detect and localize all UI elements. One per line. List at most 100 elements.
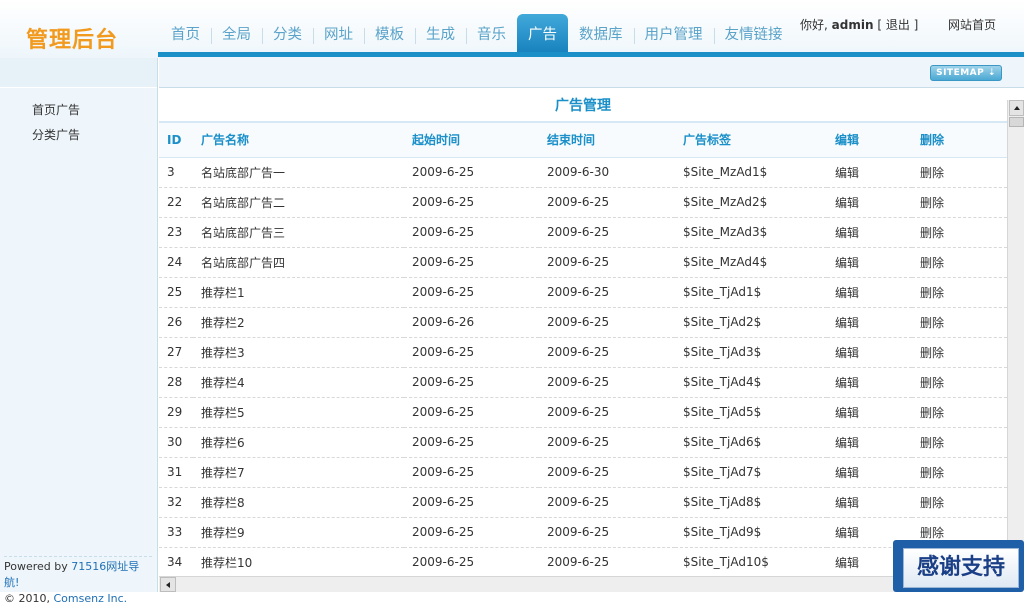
edit-link[interactable]: 编辑 bbox=[827, 427, 912, 458]
cell-id: 24 bbox=[159, 247, 193, 278]
edit-link[interactable]: 编辑 bbox=[827, 247, 912, 278]
sitemap-button[interactable]: SITEMAP ⇣ bbox=[930, 65, 1002, 81]
sidebar-item-category-ads[interactable]: 分类广告 bbox=[32, 127, 80, 152]
cell-id: 30 bbox=[159, 427, 193, 458]
nav-tab-sites[interactable]: 网址 bbox=[313, 14, 364, 54]
horizontal-scrollbar[interactable] bbox=[159, 576, 1007, 592]
user-info: 你好, admin [ 退出 ] bbox=[800, 16, 918, 33]
cell-id: 25 bbox=[159, 277, 193, 308]
delete-link[interactable]: 删除 bbox=[912, 487, 1007, 518]
cell-end-date: 2009-6-25 bbox=[539, 277, 675, 308]
sidebar: 首页广告 分类广告 Powered by 71516网址导航! © 2010, … bbox=[0, 58, 158, 605]
sidebar-item-home-ads[interactable]: 首页广告 bbox=[32, 102, 80, 127]
edit-link[interactable]: 编辑 bbox=[827, 187, 912, 218]
greeting-text: 你好, bbox=[800, 18, 832, 32]
nav-tab-category[interactable]: 分类 bbox=[262, 14, 313, 54]
table-row: 26 推荐栏2 2009-6-26 2009-6-25 $Site_TjAd2$ 编辑 删除 bbox=[159, 307, 1007, 338]
delete-link[interactable]: 删除 bbox=[912, 367, 1007, 398]
table-row: 33 推荐栏9 2009-6-25 2009-6-25 $Site_TjAd9$ 编辑 删除 bbox=[159, 517, 1007, 548]
edit-link[interactable]: 编辑 bbox=[827, 487, 912, 518]
delete-link[interactable]: 删除 bbox=[912, 337, 1007, 368]
support-badge[interactable]: 感谢支持 bbox=[893, 540, 1024, 592]
cell-id: 3 bbox=[159, 157, 193, 188]
cell-name: 推荐栏4 bbox=[193, 367, 404, 398]
copyright-text: © 2010, bbox=[4, 592, 54, 605]
cell-tag: $Site_TjAd7$ bbox=[675, 457, 827, 488]
edit-link[interactable]: 编辑 bbox=[827, 307, 912, 338]
scroll-thumb[interactable] bbox=[1009, 117, 1024, 127]
nav-tab-music[interactable]: 音乐 bbox=[466, 14, 517, 54]
arrow-left-icon bbox=[166, 582, 170, 588]
cell-tag: $Site_TjAd1$ bbox=[675, 277, 827, 308]
cell-tag: $Site_TjAd8$ bbox=[675, 487, 827, 518]
vertical-scrollbar[interactable] bbox=[1007, 100, 1024, 576]
delete-link[interactable]: 删除 bbox=[912, 247, 1007, 278]
nav-tab-templates[interactable]: 模板 bbox=[364, 14, 415, 54]
cell-name: 推荐栏7 bbox=[193, 457, 404, 488]
cell-end-date: 2009-6-25 bbox=[539, 397, 675, 428]
nav-tab-global[interactable]: 全局 bbox=[211, 14, 262, 54]
cell-end-date: 2009-6-25 bbox=[539, 187, 675, 218]
nav-tab-ads[interactable]: 广告 bbox=[517, 14, 568, 54]
edit-link[interactable]: 编辑 bbox=[827, 367, 912, 398]
site-home-link[interactable]: 网站首页 bbox=[948, 16, 996, 33]
edit-link[interactable]: 编辑 bbox=[827, 337, 912, 368]
col-header-edit: 编辑 bbox=[827, 123, 912, 158]
col-header-delete: 删除 bbox=[912, 123, 1007, 158]
copyright-link[interactable]: Comsenz Inc. bbox=[53, 592, 127, 605]
powered-by-text: Powered by bbox=[4, 560, 72, 573]
delete-link[interactable]: 删除 bbox=[912, 307, 1007, 338]
edit-link[interactable]: 编辑 bbox=[827, 457, 912, 488]
delete-link[interactable]: 删除 bbox=[912, 397, 1007, 428]
cell-start-date: 2009-6-26 bbox=[404, 307, 539, 338]
cell-id: 29 bbox=[159, 397, 193, 428]
cell-start-date: 2009-6-25 bbox=[404, 217, 539, 248]
delete-link[interactable]: 删除 bbox=[912, 457, 1007, 488]
delete-link[interactable]: 删除 bbox=[912, 187, 1007, 218]
col-header-name: 广告名称 bbox=[193, 123, 404, 158]
cell-tag: $Site_TjAd3$ bbox=[675, 337, 827, 368]
cell-end-date: 2009-6-25 bbox=[539, 427, 675, 458]
nav-tab-users[interactable]: 用户管理 bbox=[633, 14, 714, 54]
cell-start-date: 2009-6-25 bbox=[404, 187, 539, 218]
delete-link[interactable]: 删除 bbox=[912, 217, 1007, 248]
cell-end-date: 2009-6-25 bbox=[539, 367, 675, 398]
cell-name: 推荐栏3 bbox=[193, 337, 404, 368]
cell-start-date: 2009-6-25 bbox=[404, 337, 539, 368]
top-header: 管理后台 首页 全局 分类 网址 模板 生成 音乐 广告 数据库 用户管理 友情… bbox=[0, 0, 1024, 58]
edit-link[interactable]: 编辑 bbox=[827, 157, 912, 188]
header-divider bbox=[158, 52, 1024, 57]
cell-tag: $Site_MzAd2$ bbox=[675, 187, 827, 218]
nav-tab-generate[interactable]: 生成 bbox=[415, 14, 466, 54]
cell-start-date: 2009-6-25 bbox=[404, 277, 539, 308]
cell-tag: $Site_MzAd4$ bbox=[675, 247, 827, 278]
delete-link[interactable]: 删除 bbox=[912, 157, 1007, 188]
table-row: 23 名站底部广告三 2009-6-25 2009-6-25 $Site_MzAd3$ 编… bbox=[159, 217, 1007, 248]
cell-id: 23 bbox=[159, 217, 193, 248]
table-header-row: ID 广告名称 起始时间 结束时间 广告标签 编辑 删除 bbox=[159, 123, 1007, 158]
scroll-up-button[interactable] bbox=[1009, 100, 1024, 116]
cell-end-date: 2009-6-30 bbox=[539, 157, 675, 188]
cell-end-date: 2009-6-25 bbox=[539, 247, 675, 278]
logout-link[interactable]: [ 退出 ] bbox=[877, 18, 918, 32]
cell-id: 22 bbox=[159, 187, 193, 218]
sidebar-menu: 首页广告 分类广告 bbox=[32, 102, 80, 152]
table-row: 27 推荐栏3 2009-6-25 2009-6-25 $Site_TjAd3$ 编辑 删除 bbox=[159, 337, 1007, 368]
cell-name: 名站底部广告三 bbox=[193, 217, 404, 248]
delete-link[interactable]: 删除 bbox=[912, 277, 1007, 308]
nav-tab-friend-links[interactable]: 友情链接 bbox=[713, 14, 794, 54]
cell-name: 推荐栏6 bbox=[193, 427, 404, 458]
scroll-left-button[interactable] bbox=[160, 577, 176, 592]
cell-end-date: 2009-6-25 bbox=[539, 217, 675, 248]
cell-name: 名站底部广告一 bbox=[193, 157, 404, 188]
cell-tag: $Site_TjAd5$ bbox=[675, 397, 827, 428]
edit-link[interactable]: 编辑 bbox=[827, 217, 912, 248]
delete-link[interactable]: 删除 bbox=[912, 427, 1007, 458]
edit-link[interactable]: 编辑 bbox=[827, 277, 912, 308]
nav-tab-home[interactable]: 首页 bbox=[160, 14, 211, 54]
cell-id: 31 bbox=[159, 457, 193, 488]
nav-tab-database[interactable]: 数据库 bbox=[568, 14, 634, 54]
table-row: 25 推荐栏1 2009-6-25 2009-6-25 $Site_TjAd1$ 编辑 删除 bbox=[159, 277, 1007, 308]
cell-tag: $Site_TjAd2$ bbox=[675, 307, 827, 338]
edit-link[interactable]: 编辑 bbox=[827, 397, 912, 428]
